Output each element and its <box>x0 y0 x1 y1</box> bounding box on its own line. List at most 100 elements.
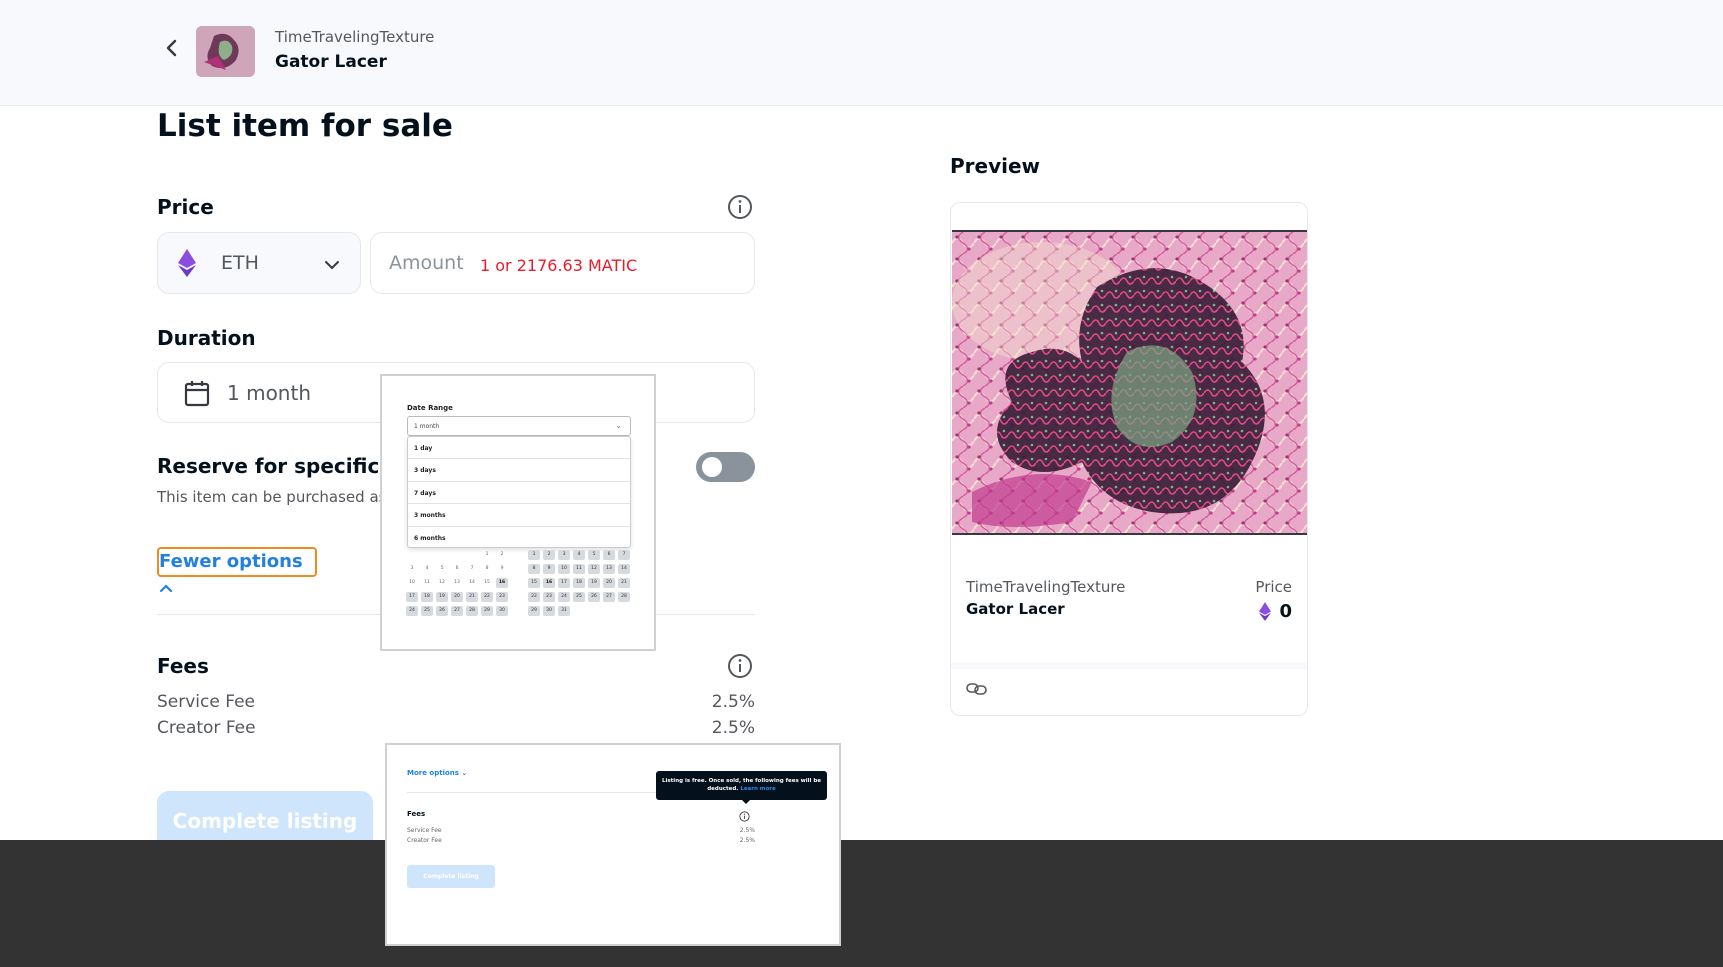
calendar-day[interactable]: 30 <box>543 606 555 616</box>
calendar-day[interactable]: 10 <box>558 564 570 574</box>
preview-card[interactable]: TimeTravelingTexture Gator Lacer Price 0 <box>950 202 1308 716</box>
calendar-day[interactable]: 31 <box>558 606 570 616</box>
calendar-day[interactable]: 26 <box>588 592 600 602</box>
calendar-day[interactable]: 15 <box>528 578 540 588</box>
toggle-knob <box>702 457 722 477</box>
popup-complete-listing-button[interactable]: Complete listing <box>407 865 495 888</box>
preview-title: Preview <box>950 154 1041 178</box>
currency-select[interactable]: ETH <box>157 232 361 294</box>
calendar-day[interactable]: 27 <box>451 606 463 616</box>
calendar-day[interactable]: 19 <box>588 578 600 588</box>
creator-fee-value: 2.5% <box>711 718 755 738</box>
calendar-day[interactable]: 2 <box>543 550 555 560</box>
calendar-day[interactable]: 14 <box>618 564 630 574</box>
popup-fees-label: Fees <box>407 810 426 818</box>
calendar-day[interactable]: 24 <box>558 592 570 602</box>
calendar-day[interactable]: 16 <box>496 578 508 588</box>
date-range-option[interactable]: 3 months <box>408 504 630 527</box>
fees-info-icon[interactable] <box>727 653 753 679</box>
price-info-icon[interactable] <box>727 194 753 220</box>
calendar-day[interactable]: 13 <box>603 564 615 574</box>
calendar-day[interactable]: 20 <box>451 592 463 602</box>
ethereum-icon <box>178 249 196 281</box>
calendar-day[interactable]: 18 <box>573 578 585 588</box>
page-title: List item for sale <box>157 108 453 144</box>
calendar-day[interactable]: 13 <box>451 578 463 588</box>
calendar-day[interactable]: 5 <box>436 564 448 574</box>
calendar-day[interactable]: 25 <box>573 592 585 602</box>
calendar-day[interactable]: 28 <box>618 592 630 602</box>
dark-backdrop <box>0 840 1723 967</box>
header-collection-name[interactable]: TimeTravelingTexture <box>275 28 434 46</box>
calendar-day[interactable]: 7 <box>618 550 630 560</box>
calendar-day[interactable]: 7 <box>466 564 478 574</box>
date-range-options: 1 day 3 days 7 days 3 months 6 months <box>407 436 631 548</box>
calendar-day[interactable]: 11 <box>573 564 585 574</box>
card-price-value: 0 <box>1279 601 1292 622</box>
calendar-day[interactable]: 3 <box>406 564 418 574</box>
calendar-day[interactable]: 5 <box>588 550 600 560</box>
top-bar: TimeTravelingTexture Gator Lacer <box>0 0 1723 106</box>
reserve-toggle[interactable] <box>696 452 755 482</box>
fewer-options-button[interactable]: Fewer options <box>157 547 317 593</box>
learn-more-link[interactable]: Learn more <box>740 786 775 792</box>
card-item-name: Gator Lacer <box>966 600 1065 618</box>
calendar-day[interactable]: 14 <box>466 578 478 588</box>
date-range-popup: Date Range 1 month ⌄ 1 day 3 days 7 days… <box>380 374 656 651</box>
popup-creator-fee-label: Creator Fee <box>407 837 442 844</box>
calendar-day[interactable]: 12 <box>588 564 600 574</box>
calendar-day[interactable]: 8 <box>528 564 540 574</box>
calendar-day[interactable]: 2 <box>496 550 508 560</box>
calendar-day[interactable]: 6 <box>451 564 463 574</box>
card-price: 0 <box>1259 601 1292 622</box>
calendar-day[interactable]: 22 <box>481 592 493 602</box>
calendar-day[interactable]: 11 <box>421 578 433 588</box>
calendar-day[interactable]: 3 <box>558 550 570 560</box>
price-amount-input[interactable]: Amount 1 or 2176.63 MATIC <box>370 232 755 294</box>
calendar-day[interactable]: 28 <box>466 606 478 616</box>
calendar-day[interactable]: 8 <box>481 564 493 574</box>
calendar-day[interactable]: 12 <box>436 578 448 588</box>
popup-info-icon[interactable] <box>739 807 750 822</box>
calendar-day[interactable]: 16 <box>543 578 555 588</box>
calendar-day[interactable]: 4 <box>573 550 585 560</box>
more-options-link[interactable]: More options ⌄ <box>407 769 467 777</box>
reserve-subtitle: This item can be purchased as <box>157 488 387 506</box>
date-range-option[interactable]: 1 day <box>408 437 630 460</box>
link-icon[interactable] <box>966 681 988 700</box>
calendar-day[interactable]: 29 <box>481 606 493 616</box>
calendar-day[interactable]: 20 <box>603 578 615 588</box>
calendar-day[interactable]: 1 <box>528 550 540 560</box>
calendar-day[interactable]: 23 <box>543 592 555 602</box>
calendar-day[interactable]: 9 <box>496 564 508 574</box>
calendar-day[interactable]: 1 <box>481 550 493 560</box>
calendar-day[interactable]: 24 <box>406 606 418 616</box>
back-arrow-icon[interactable] <box>162 36 182 60</box>
date-range-option[interactable]: 6 months <box>408 527 630 549</box>
calendar-day[interactable]: 10 <box>406 578 418 588</box>
date-range-select[interactable]: 1 month ⌄ <box>407 416 631 436</box>
calendar-day[interactable]: 17 <box>406 592 418 602</box>
calendar-day[interactable]: 26 <box>436 606 448 616</box>
date-range-option[interactable]: 7 days <box>408 482 630 505</box>
calendar-day[interactable]: 17 <box>558 578 570 588</box>
header-item-name: Gator Lacer <box>275 52 387 72</box>
fewer-options-label: Fewer options <box>159 551 303 572</box>
calendar-day[interactable]: 4 <box>421 564 433 574</box>
popup-creator-fee-row: Creator Fee 2.5% <box>407 837 755 844</box>
calendar-day[interactable]: 25 <box>421 606 433 616</box>
calendar-day[interactable]: 6 <box>603 550 615 560</box>
calendar-day[interactable]: 22 <box>528 592 540 602</box>
calendar-day[interactable]: 21 <box>466 592 478 602</box>
calendar-day[interactable]: 9 <box>543 564 555 574</box>
calendar-day[interactable]: 29 <box>528 606 540 616</box>
fees-tooltip-popup: More options ⌄ Listing is free. Once sol… <box>385 743 841 946</box>
calendar-day[interactable]: 15 <box>481 578 493 588</box>
calendar-day[interactable]: 30 <box>496 606 508 616</box>
calendar-day[interactable]: 19 <box>436 592 448 602</box>
calendar-day[interactable]: 21 <box>618 578 630 588</box>
calendar-day[interactable]: 27 <box>603 592 615 602</box>
calendar-day[interactable]: 23 <box>496 592 508 602</box>
calendar-day[interactable]: 18 <box>421 592 433 602</box>
date-range-option[interactable]: 3 days <box>408 459 630 482</box>
